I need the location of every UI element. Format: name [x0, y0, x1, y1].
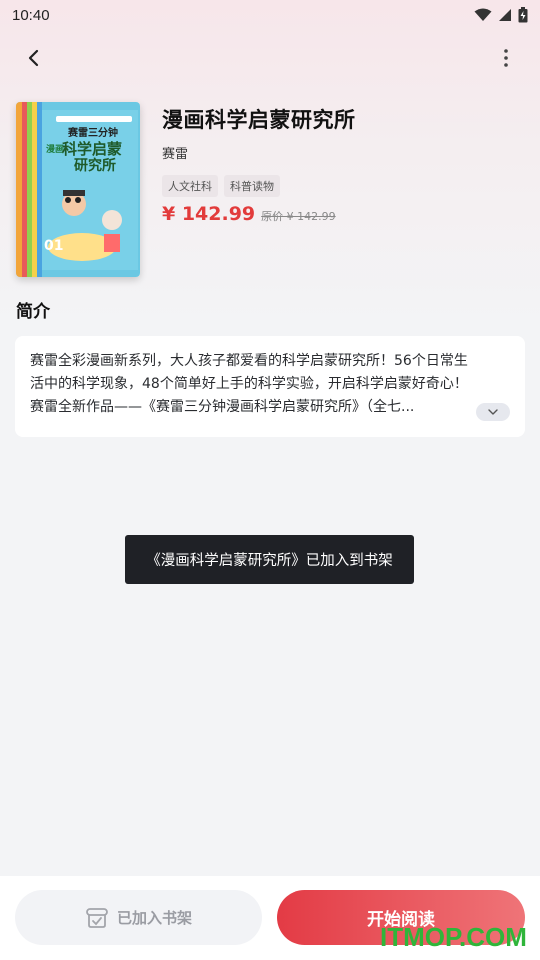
- wifi-icon: [474, 8, 492, 21]
- book-tags: 人文社科 科普读物: [162, 175, 280, 197]
- bookshelf-icon: [86, 907, 108, 928]
- book-title: 漫画科学启蒙研究所: [162, 108, 356, 132]
- signal-icon: [499, 9, 511, 21]
- intro-card[interactable]: 赛雷全彩漫画新系列，大人孩子都爱看的科学启蒙研究所！56个日常生 活中的科学现象…: [15, 336, 525, 437]
- expand-intro-button[interactable]: [476, 403, 510, 421]
- intro-line-2: 活中的科学现象，48个简单好上手的科学实验，开启科学启蒙好奇心！: [30, 376, 468, 392]
- more-options-button[interactable]: [490, 42, 522, 74]
- tag-item[interactable]: 人文社科: [162, 175, 218, 197]
- intro-text: 赛雷全彩漫画新系列，大人孩子都爱看的科学启蒙研究所！56个日常生 活中的科学现象…: [30, 350, 500, 419]
- current-price: ¥ 142.99: [162, 203, 256, 225]
- intro-heading: 简介: [16, 302, 50, 322]
- cover-main-text-1: 科学启蒙: [62, 140, 122, 158]
- more-vert-icon: [504, 49, 508, 67]
- status-icons: [474, 7, 528, 23]
- intro-line-1: 赛雷全彩漫画新系列，大人孩子都爱看的科学启蒙研究所！56个日常生: [30, 353, 468, 369]
- book-info: 01 赛雷三分钟 漫画 科学启蒙 研究所 漫画科学启蒙研究所 赛雷 人文社科 科…: [16, 102, 526, 282]
- status-time: 10:40: [12, 6, 50, 24]
- book-cover[interactable]: 01 赛雷三分钟 漫画 科学启蒙 研究所: [16, 102, 140, 277]
- book-author[interactable]: 赛雷: [162, 143, 188, 162]
- app-bar: [0, 38, 540, 78]
- back-arrow-icon: [28, 49, 39, 67]
- toast-message: 《漫画科学启蒙研究所》已加入到书架: [125, 535, 414, 584]
- battery-icon: [518, 7, 528, 23]
- book-cover-art: 01 赛雷三分钟 漫画 科学启蒙 研究所: [16, 102, 140, 277]
- add-to-shelf-button[interactable]: 已加入书架: [15, 890, 262, 945]
- chevron-down-icon: [488, 409, 498, 415]
- cover-main-text-2: 研究所: [74, 157, 116, 174]
- tag-item[interactable]: 科普读物: [224, 175, 280, 197]
- site-watermark: ITMOP.COM: [380, 922, 527, 952]
- cover-top-text: 赛雷三分钟: [67, 126, 118, 139]
- status-bar: 10:40: [0, 0, 540, 30]
- intro-line-3: 赛雷全新作品——《赛雷三分钟漫画科学启蒙研究所》（全七...: [30, 399, 415, 415]
- cover-volume: 01: [44, 238, 63, 254]
- back-button[interactable]: [18, 42, 50, 74]
- price-row: ¥ 142.99 原价 ¥ 142.99: [162, 203, 336, 225]
- shelf-button-label: 已加入书架: [116, 909, 192, 927]
- original-price: 原价 ¥ 142.99: [261, 210, 336, 223]
